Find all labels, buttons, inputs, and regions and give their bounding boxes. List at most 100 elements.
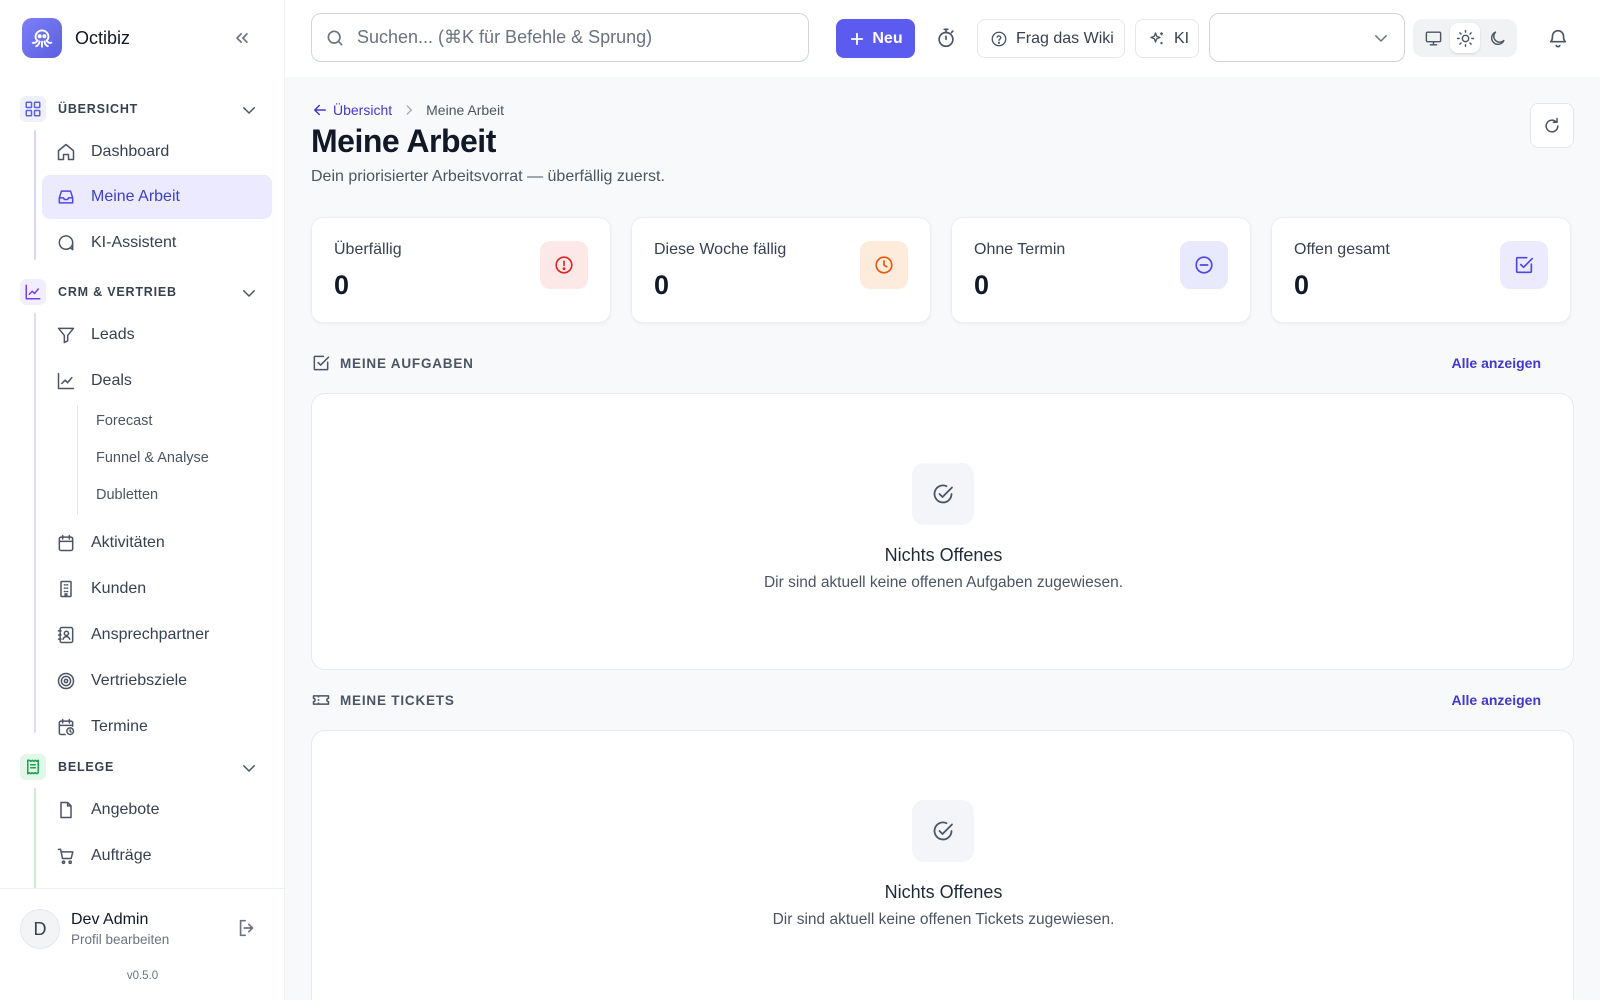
chart-line-icon	[20, 279, 46, 305]
inbox-icon	[56, 187, 76, 207]
sidebar-item-termine[interactable]: Termine	[42, 705, 272, 749]
stat-card-overdue[interactable]: Überfällig 0	[311, 217, 611, 323]
sidebar-item-ki-assistent[interactable]: KI-Assistent	[42, 221, 272, 265]
sidebar-item-label: Dashboard	[91, 143, 170, 160]
bell-icon[interactable]	[1547, 27, 1569, 49]
section-uebersicht[interactable]: ÜBERSICHT	[20, 92, 266, 126]
sidebar-item-meine-arbeit[interactable]: Meine Arbeit	[42, 175, 272, 219]
contact-icon	[56, 625, 76, 645]
sidebar-item-label: Meine Arbeit	[91, 188, 180, 205]
tasks-section-title: MEINE AUFGABEN	[340, 355, 474, 371]
tickets-show-all-link[interactable]: Alle anzeigen	[1452, 692, 1541, 708]
chevron-down-icon	[240, 284, 258, 302]
ticket-icon	[311, 690, 331, 710]
tasks-show-all-link[interactable]: Alle anzeigen	[1452, 355, 1541, 371]
breadcrumb-back-link[interactable]: Übersicht	[311, 101, 392, 119]
topbar: Suchen... (⌘K für Befehle & Sprung) Neu …	[285, 0, 1600, 77]
arrow-left-icon	[311, 101, 329, 119]
tasks-empty-text: Dir sind aktuell keine offenen Aufgaben …	[763, 574, 1124, 591]
refresh-icon	[1542, 116, 1562, 136]
check-square-icon	[1500, 241, 1548, 289]
sidebar-item-deals[interactable]: Deals	[42, 359, 272, 403]
section-line	[34, 788, 36, 888]
timer-icon[interactable]	[935, 27, 957, 49]
receipt-icon	[20, 754, 46, 780]
sidebar-item-ansprechpartner[interactable]: Ansprechpartner	[42, 613, 272, 657]
theme-switcher	[1413, 19, 1517, 57]
sidebar-item-auftraege[interactable]: Aufträge	[42, 834, 272, 878]
context-select[interactable]	[1209, 13, 1405, 62]
new-button[interactable]: Neu	[836, 19, 915, 58]
ask-wiki-label: Frag das Wiki	[1016, 29, 1114, 47]
tickets-panel: Nichts Offenes Dir sind aktuell keine of…	[311, 730, 1574, 1000]
collapse-sidebar-icon[interactable]	[232, 28, 252, 48]
sun-icon[interactable]	[1450, 23, 1480, 53]
sidebar-item-vertriebsziele[interactable]: Vertriebsziele	[42, 659, 272, 703]
sidebar-nav: ÜBERSICHT Dashboard Meine Arbeit KI-Assi…	[0, 88, 285, 888]
ask-wiki-button[interactable]: Frag das Wiki	[977, 19, 1125, 58]
avatar[interactable]: D	[20, 909, 60, 949]
file-icon	[56, 800, 76, 820]
refresh-button[interactable]	[1530, 103, 1574, 148]
sidebar-subitem-dubletten[interactable]: Dubletten	[96, 487, 158, 503]
stat-card-no-date[interactable]: Ohne Termin 0	[951, 217, 1251, 323]
logout-icon[interactable]	[236, 917, 258, 939]
stat-label: Diese Woche fällig	[654, 241, 787, 258]
user-panel: D Dev Admin Profil bearbeiten v0.5.0	[0, 888, 285, 1000]
alert-circle-icon	[540, 241, 588, 289]
chevron-down-icon	[240, 101, 258, 119]
search-icon	[325, 28, 345, 48]
sidebar-item-kunden[interactable]: Kunden	[42, 567, 272, 611]
plus-icon	[848, 30, 866, 48]
calendar-clock-icon	[56, 717, 76, 737]
sidebar-item-label: Vertriebsziele	[91, 672, 188, 689]
sidebar-item-label: Termine	[91, 718, 148, 735]
search-input[interactable]: Suchen... (⌘K für Befehle & Sprung)	[311, 13, 809, 62]
stat-label: Ohne Termin	[974, 241, 1066, 258]
section-crm-vertrieb[interactable]: CRM & VERTRIEB	[20, 275, 266, 309]
section-label: CRM & VERTRIEB	[58, 285, 177, 299]
page-title: Meine Arbeit	[311, 123, 496, 159]
breadcrumb: Übersicht Meine Arbeit	[311, 101, 504, 119]
sidebar-item-leads[interactable]: Leads	[42, 313, 272, 357]
clock-icon	[860, 241, 908, 289]
moon-icon[interactable]	[1482, 23, 1512, 53]
calendar-icon	[56, 533, 76, 553]
stat-value: 0	[974, 270, 990, 300]
brand[interactable]: Octibiz	[22, 17, 130, 59]
stat-card-due-this-week[interactable]: Diese Woche fällig 0	[631, 217, 931, 323]
sidebar-item-label: Leads	[91, 326, 135, 343]
stat-label: Offen gesamt	[1294, 241, 1390, 258]
section-belege[interactable]: BELEGE	[20, 750, 266, 784]
sidebar-item-label: Aufträge	[91, 847, 152, 864]
cart-icon	[56, 846, 76, 866]
ai-label: KI	[1174, 29, 1190, 47]
check-circle-icon	[912, 800, 974, 862]
search-placeholder: Suchen... (⌘K für Befehle & Sprung)	[357, 27, 653, 47]
sidebar-item-dashboard[interactable]: Dashboard	[42, 130, 272, 174]
tickets-empty-text: Dir sind aktuell keine offenen Tickets z…	[772, 911, 1115, 928]
sidebar-subitem-forecast[interactable]: Forecast	[96, 413, 152, 429]
stat-card-open-total[interactable]: Offen gesamt 0	[1271, 217, 1571, 323]
sidebar-item-label: Kunden	[91, 580, 147, 597]
target-icon	[56, 671, 76, 691]
sidebar-item-aktivitaeten[interactable]: Aktivitäten	[42, 521, 272, 565]
minus-circle-icon	[1180, 241, 1228, 289]
sidebar-item-angebote[interactable]: Angebote	[42, 788, 272, 832]
monitor-icon[interactable]	[1418, 23, 1448, 53]
octopus-logo-icon	[22, 18, 62, 58]
ai-button[interactable]: KI	[1135, 19, 1199, 58]
tasks-section-header: MEINE AUFGABEN	[311, 353, 474, 373]
section-line	[34, 130, 36, 260]
breadcrumb-current: Meine Arbeit	[426, 102, 504, 118]
sidebar-item-label: Deals	[91, 372, 132, 389]
trend-icon	[56, 371, 76, 391]
breadcrumb-back-label: Übersicht	[333, 102, 393, 118]
edit-profile-link[interactable]: Profil bearbeiten	[71, 932, 169, 947]
sidebar-item-label: Angebote	[91, 801, 160, 818]
chevron-right-icon	[402, 103, 416, 117]
section-line	[34, 313, 36, 733]
tasks-empty-title: Nichts Offenes	[884, 545, 1003, 565]
sidebar-subitem-funnel-analyse[interactable]: Funnel & Analyse	[96, 450, 209, 466]
tasks-panel: Nichts Offenes Dir sind aktuell keine of…	[311, 393, 1574, 670]
